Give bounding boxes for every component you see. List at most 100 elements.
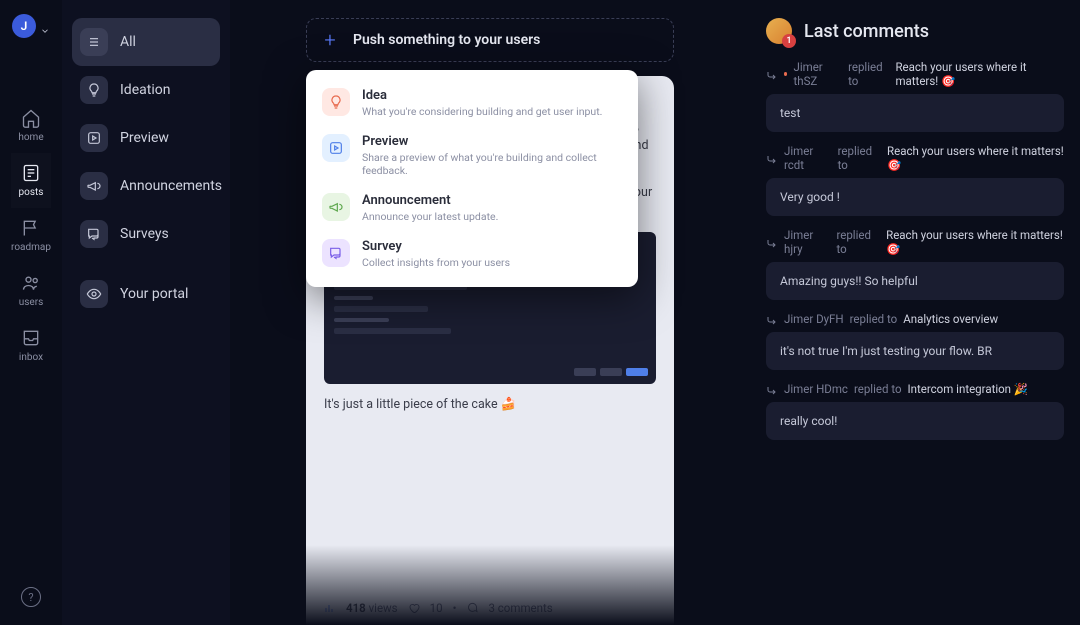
dropdown-item-title: Announcement <box>362 193 498 208</box>
comment-header: Jimer hjry replied to Reach your users w… <box>766 228 1064 256</box>
play-icon <box>80 124 108 152</box>
sidebar-item-all[interactable]: All <box>72 18 220 66</box>
sidebar-item-preview[interactable]: Preview <box>72 114 220 162</box>
comment-target: Reach your users where it matters! 🎯 <box>887 144 1064 172</box>
rail-label: home <box>18 132 43 143</box>
comment-author: Jimer rcdt <box>784 144 832 172</box>
comment-item[interactable]: Jimer rcdt replied to Reach your users w… <box>766 144 1064 216</box>
rail-item-users[interactable]: users <box>11 263 51 318</box>
comment-author: Jimer thSZ <box>793 60 842 88</box>
unread-badge: 1 <box>782 34 796 48</box>
dropdown-item-desc: Collect insights from your users <box>362 256 510 269</box>
help-button[interactable]: ? <box>21 587 41 607</box>
flag-icon <box>21 218 41 238</box>
comment-author: Jimer hjry <box>784 228 830 256</box>
dropdown-item-desc: Share a preview of what you're building … <box>362 151 622 177</box>
comments-panel: 1 Last comments Jimer thSZ replied to Re… <box>750 0 1080 625</box>
home-icon <box>21 108 41 128</box>
sidebar-item-label: Surveys <box>120 226 169 242</box>
bulb-icon <box>80 76 108 104</box>
comment-author: Jimer HDmc <box>784 382 848 396</box>
comment-header: Jimer DyFH replied to Analytics overview <box>766 312 1064 326</box>
chevron-down-icon <box>40 21 50 31</box>
workspace-switcher[interactable]: J <box>12 14 50 38</box>
push-type-dropdown: Idea What you're considering building and… <box>306 70 638 287</box>
sidebar-item-announcements[interactable]: Announcements <box>72 162 220 210</box>
dropdown-item-announcement[interactable]: AnnouncementAnnounce your latest update. <box>306 185 638 231</box>
dropdown-item-title: Survey <box>362 239 510 254</box>
dropdown-item-desc: What you're considering building and get… <box>362 105 602 118</box>
comment-verb: replied to <box>836 228 880 256</box>
rail-label: inbox <box>19 352 43 363</box>
comments-avatar-icon: 1 <box>766 18 792 44</box>
post-paragraph: It's just a little piece of the cake 🍰 <box>324 396 656 415</box>
users-icon <box>21 273 41 293</box>
post-stats: 418 views 10 • 3 comments <box>324 601 553 615</box>
bulb-icon <box>322 88 350 116</box>
comment-body: really cool! <box>766 402 1064 440</box>
chat-icon <box>322 239 350 267</box>
likes-count: 10 <box>430 601 443 615</box>
comment-body: it's not true I'm just testing your flow… <box>766 332 1064 370</box>
heart-icon <box>408 602 420 614</box>
dropdown-item-preview[interactable]: Preview Share a preview of what you're bu… <box>306 126 638 185</box>
sidebar-item-label: Announcements <box>120 178 222 194</box>
dropdown-item-idea[interactable]: Idea What you're considering building and… <box>306 80 638 126</box>
eye-icon <box>80 280 108 308</box>
mega-icon <box>322 193 350 221</box>
rail-item-posts[interactable]: posts <box>11 153 51 208</box>
rail-label: users <box>19 297 44 308</box>
reply-icon <box>766 313 778 325</box>
dropdown-item-survey[interactable]: Survey Collect insights from your users <box>306 231 638 277</box>
push-bar[interactable]: + Push something to your users <box>306 18 674 62</box>
reply-icon <box>766 68 778 80</box>
comments-title: Last comments <box>804 21 929 42</box>
comment-item[interactable]: Jimer hjry replied to Reach your users w… <box>766 228 1064 300</box>
comment-target: Reach your users where it matters! 🎯 <box>895 60 1064 88</box>
sidebar-item-label: Ideation <box>120 82 170 98</box>
comment-body: test <box>766 94 1064 132</box>
sidebar-item-surveys[interactable]: Surveys <box>72 210 220 258</box>
sidebar-item-ideation[interactable]: Ideation <box>72 66 220 114</box>
comment-header: Jimer rcdt replied to Reach your users w… <box>766 144 1064 172</box>
unread-dot <box>784 72 787 76</box>
comment-verb: replied to <box>854 382 902 396</box>
comment-icon <box>466 602 478 614</box>
workspace-avatar: J <box>12 14 36 38</box>
separator-dot: • <box>453 601 457 615</box>
comments-count: 3 comments <box>488 601 552 615</box>
comment-target: Analytics overview <box>903 312 998 326</box>
rail-item-home[interactable]: home <box>11 98 51 153</box>
nav-rail: J home posts roadmap users inbox ? <box>0 0 62 625</box>
inbox-icon <box>21 328 41 348</box>
rail-label: posts <box>19 187 44 198</box>
category-sidebar: All Ideation Preview Announcements Surveys Yo… <box>62 0 230 625</box>
sidebar-item-your-portal[interactable]: Your portal <box>72 270 220 318</box>
rail-label: roadmap <box>11 242 51 253</box>
comment-header: Jimer thSZ replied to Reach your users w… <box>766 60 1064 88</box>
dropdown-item-title: Idea <box>362 88 602 103</box>
push-bar-label: Push something to your users <box>353 32 540 48</box>
rail-item-roadmap[interactable]: roadmap <box>11 208 51 263</box>
comment-item[interactable]: Jimer DyFH replied to Analytics overview… <box>766 312 1064 370</box>
comment-target: Intercom integration 🎉 <box>908 382 1029 396</box>
posts-icon <box>21 163 41 183</box>
grid-icon <box>80 28 108 56</box>
dropdown-item-title: Preview <box>362 134 622 149</box>
comments-header: 1 Last comments <box>766 18 1064 44</box>
sidebar-item-label: All <box>120 34 136 50</box>
comment-item[interactable]: Jimer thSZ replied to Reach your users w… <box>766 60 1064 132</box>
reply-icon <box>766 383 778 395</box>
chart-icon <box>324 602 336 614</box>
comment-body: Very good ! <box>766 178 1064 216</box>
comment-target: Reach your users where it matters! 🎯 <box>886 228 1064 256</box>
main-column: + Push something to your users Idea What … <box>230 0 750 625</box>
rail-item-inbox[interactable]: inbox <box>11 318 51 373</box>
comment-item[interactable]: Jimer HDmc replied to Intercom integrati… <box>766 382 1064 440</box>
comment-header: Jimer HDmc replied to Intercom integrati… <box>766 382 1064 396</box>
reply-icon <box>766 236 778 248</box>
chat-icon <box>80 220 108 248</box>
comment-verb: replied to <box>838 144 881 172</box>
reply-icon <box>766 152 778 164</box>
comment-verb: replied to <box>848 60 889 88</box>
